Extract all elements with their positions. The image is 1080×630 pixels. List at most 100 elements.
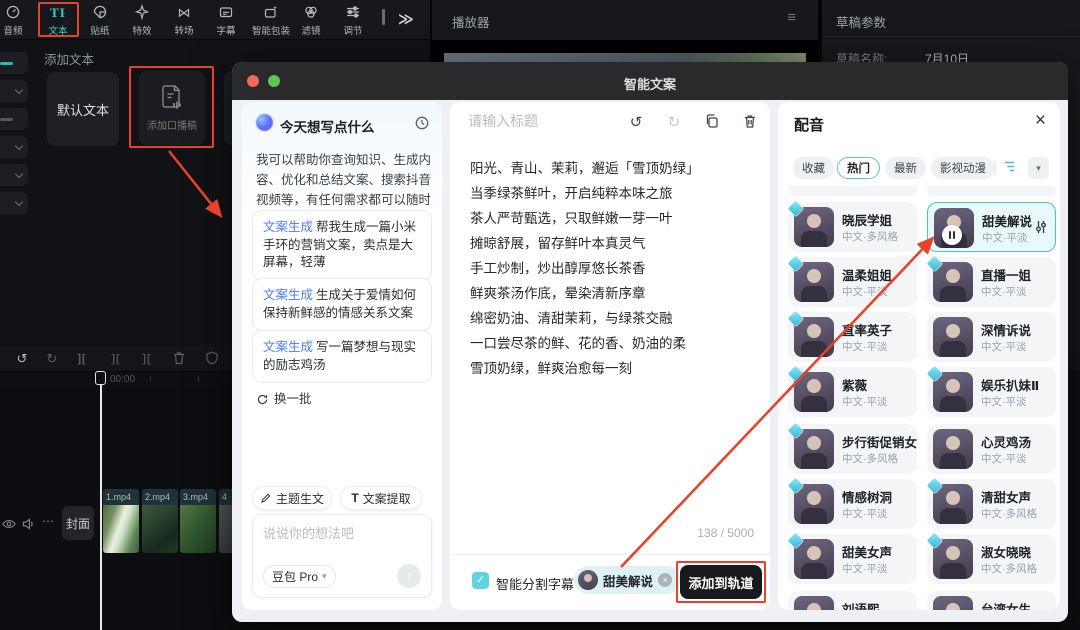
undo-icon[interactable]: ↺ [626, 113, 646, 133]
toolbar-more-icon[interactable]: ≫ [398, 10, 414, 28]
voice-card[interactable]: 直率英子 中文·平淡 [787, 310, 917, 362]
smart-split-checkbox[interactable]: ✓ [472, 572, 489, 589]
mask-shield-icon[interactable] [203, 350, 221, 368]
voice-card[interactable]: 步行街促销女 中文·多风格 [787, 422, 917, 474]
player-menu-icon[interactable]: ≡ [787, 9, 796, 26]
audio-dial-icon [0, 4, 35, 22]
toolbar-item-transition[interactable]: ⋈ 转场 [162, 4, 206, 38]
voice-card[interactable]: 深情诉说 中文·平淡 [927, 312, 1056, 362]
sidebar-item-clipped[interactable] [0, 164, 28, 186]
sidebar-item-clipped[interactable] [0, 108, 28, 130]
voiceover-column: 配音 × 收藏 热门 最新 影视动漫 ▾ 晓辰学姐 中文·多风格 甜美解说 中文… [778, 102, 1060, 610]
voice-card[interactable]: 紫薇 中文·平淡 [787, 365, 917, 417]
toolbar-item-adjust[interactable]: 调节 [331, 4, 375, 38]
model-selector[interactable]: 豆包 Pro ▾ [263, 565, 336, 588]
send-button[interactable]: ↑ [397, 564, 421, 588]
copy-text-area[interactable]: 阳光、青山、茉莉，邂逅「雪顶奶绿」 当季绿茶鲜叶，开启纯粹本味之旅 茶人严苛甄选… [470, 162, 754, 387]
playhead-handle[interactable] [95, 371, 106, 385]
sidebar-item-clipped[interactable] [0, 136, 28, 158]
toolbar-item-audio[interactable]: 音频 [0, 4, 35, 38]
pause-icon[interactable] [942, 225, 962, 245]
redo-icon[interactable]: ↻ [43, 350, 61, 368]
add-to-track-button[interactable]: 添加到轨道 [680, 565, 762, 599]
refresh-batch-button[interactable]: 换一批 [256, 388, 312, 407]
toolbar-item-sticker[interactable]: 贴纸 [78, 4, 122, 38]
voice-avatar [794, 372, 834, 412]
suggestion-card[interactable]: 文案生成 帮我生成一篇小米手环的营销文案，卖点是大屏幕，轻薄 [252, 210, 432, 281]
filter-newest[interactable]: 最新 [885, 157, 926, 179]
track-more-icon[interactable]: ⋯ [42, 514, 54, 528]
toolbar-item-effects[interactable]: 特效 [120, 4, 164, 38]
clip-thumbnail [103, 505, 139, 553]
top-toolbar: 音频 TI 文本 贴纸 特效 ⋈ 转场 字幕 智能包装 滤镜 调节 ≫ [0, 0, 430, 40]
toolbar-item-filters[interactable]: 滤镜 [289, 4, 333, 38]
ai-orb-icon [256, 114, 273, 131]
voice-card[interactable]: 甜美女声 中文·平淡 [787, 532, 917, 584]
smart-copy-dialog: 智能文案 今天想写点什么 我可以帮助你查询知识、生成内容、优化和总结文案、搜索抖… [232, 62, 1068, 622]
undo-icon[interactable]: ↺ [13, 350, 31, 368]
draft-params-title: 草稿参数 [836, 16, 887, 30]
voice-avatar [933, 539, 973, 579]
close-icon[interactable]: × [1035, 110, 1046, 132]
filter-favorites[interactable]: 收藏 [793, 157, 834, 179]
divider [822, 36, 1080, 37]
tee-icon: T [351, 491, 359, 505]
copy-icon[interactable] [702, 113, 722, 133]
redo-icon[interactable]: ↻ [664, 113, 684, 133]
delete-icon[interactable] [170, 350, 188, 368]
topic-generate-button[interactable]: 主题生文 [252, 486, 332, 510]
filter-film-anime[interactable]: 影视动漫 [931, 157, 995, 179]
remove-voice-icon[interactable]: × [658, 573, 673, 587]
cover-button[interactable]: 封面 [62, 506, 94, 540]
timeline-clip[interactable]: 3.mp4 [180, 489, 216, 553]
char-counter: 138 / 5000 [697, 526, 754, 540]
default-text-button[interactable]: 默认文本 [47, 72, 119, 146]
split-left-icon[interactable]: ][ [107, 350, 125, 368]
voice-card[interactable]: 淑女晓晓 中文·多风格 [926, 532, 1056, 584]
toolbar-item-captions[interactable]: 字幕 [204, 4, 248, 38]
voice-card[interactable]: 温柔姐姐 中文·平淡 [787, 255, 917, 307]
voice-avatar [933, 262, 973, 302]
track-visibility-eye-icon[interactable] [2, 518, 16, 533]
voice-avatar [933, 484, 973, 524]
voice-card[interactable]: 刘语熙 [788, 591, 917, 610]
toolbar-item-text[interactable]: TI 文本 [36, 4, 80, 38]
history-clock-icon[interactable] [414, 115, 430, 136]
voice-card[interactable]: 情感树洞 中文·平淡 [787, 477, 917, 529]
voiceover-title: 配音 [794, 117, 825, 134]
timeline-clip[interactable]: 2.mp4 [142, 489, 178, 553]
idea-input[interactable] [263, 523, 423, 557]
chevron-down-icon [14, 169, 24, 179]
voice-card-selected[interactable]: 甜美解说 中文·平淡 [927, 202, 1056, 252]
sort-filter-icon[interactable] [1003, 159, 1019, 180]
selected-voice-chip[interactable]: 甜美解说 × [574, 566, 681, 594]
track-mute-speaker-icon[interactable] [22, 518, 35, 533]
split-right-icon[interactable]: ][ [138, 350, 156, 368]
voice-card[interactable]: 台湾女生 [927, 591, 1056, 610]
suggestion-card[interactable]: 文案生成 写一篇梦想与现实的励志鸡汤 [252, 330, 432, 383]
sidebar-item-clipped[interactable] [0, 192, 28, 214]
timeline-clip[interactable]: 1.mp4 [103, 489, 139, 553]
voice-card[interactable]: 晓辰学姐 中文·多风格 [787, 200, 917, 252]
voice-card[interactable]: 心灵鸡汤 中文·平淡 [927, 424, 1056, 474]
filter-hot[interactable]: 热门 [837, 157, 880, 179]
voice-card[interactable]: 直播一姐 中文·平淡 [926, 255, 1056, 307]
chevron-down-icon [14, 141, 24, 151]
voice-avatar [794, 429, 834, 469]
copy-extract-button[interactable]: T 文案提取 [340, 486, 422, 510]
voice-avatar [794, 262, 834, 302]
sidebar-item-clipped[interactable] [0, 52, 28, 74]
voice-card[interactable]: 娱乐扒妹Ⅱ 中文·平淡 [926, 365, 1056, 417]
voice-tune-icon[interactable] [1034, 219, 1048, 240]
filter-dropdown[interactable]: ▾ [1028, 157, 1049, 179]
sidebar-item-clipped[interactable] [0, 80, 28, 102]
toolbar-item-clipped [382, 9, 385, 25]
voice-card[interactable]: 清甜女声 中文·多风格 [926, 477, 1056, 529]
trash-icon[interactable] [740, 113, 760, 133]
ruler-tick [150, 376, 151, 381]
split-icon[interactable]: ][ [73, 350, 91, 368]
voice-avatar [794, 539, 834, 579]
suggestion-card[interactable]: 文案生成 生成关于爱情如何保持新鲜感的情感关系文案 [252, 278, 432, 331]
title-input[interactable] [468, 113, 618, 129]
add-voiceover-script-button[interactable]: 添加口播稿 [139, 71, 205, 145]
